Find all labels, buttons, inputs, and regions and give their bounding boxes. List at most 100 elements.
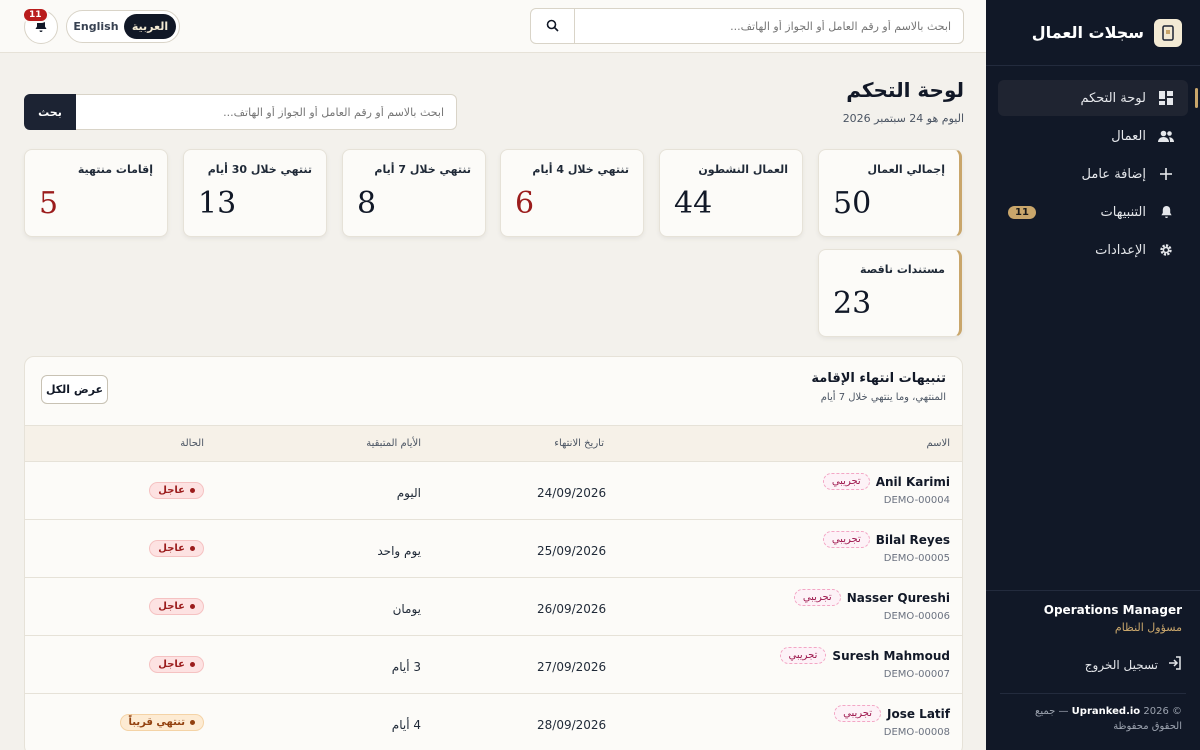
sidebar-nav: لوحة التحكم العمال إضافة عامل التنبيهات …: [986, 66, 1200, 268]
logout-icon: [1168, 656, 1182, 673]
top-search-button[interactable]: [531, 9, 575, 43]
sidebar-item-label: الإعدادات: [1095, 242, 1146, 258]
status-badge: تنتهي قريباً: [119, 714, 204, 731]
search-button[interactable]: بحث: [24, 94, 76, 130]
worker-name[interactable]: Jose Latif: [887, 707, 950, 721]
status-badge: عاجل: [149, 656, 204, 673]
user-name: Operations Manager: [1043, 603, 1182, 617]
stat-label: مستندات ناقصة: [860, 263, 945, 276]
worker-code: DEMO-00005: [883, 553, 950, 564]
sidebar-item-label: العمال: [1111, 128, 1146, 144]
top-bar: 11 English العربية: [0, 0, 986, 53]
column-header-status[interactable]: الحالة: [180, 438, 204, 449]
main-search-input[interactable]: [76, 94, 457, 130]
worker-cell: Nasser Qureshi تجريبي DEMO-00006: [793, 589, 950, 622]
stat-card-expiring-4-days[interactable]: تنتهي خلال 4 أيام 6: [500, 149, 644, 237]
demo-tag: تجريبي: [822, 531, 870, 548]
lang-english-option[interactable]: English: [70, 14, 122, 39]
bell-icon: [1158, 204, 1174, 220]
table-row[interactable]: Suresh Mahmoud تجريبي DEMO-00007 27/09/2…: [25, 636, 962, 694]
copyright-brand: Upranked.io: [1071, 706, 1141, 717]
worker-name[interactable]: Nasser Qureshi: [847, 591, 950, 605]
page-date: اليوم هو 24 سبتمبر 2026: [842, 112, 964, 125]
lang-arabic-option[interactable]: العربية: [124, 14, 176, 39]
table-row[interactable]: Anil Karimi تجريبي DEMO-00004 24/09/2026…: [25, 462, 962, 520]
sidebar-item-alerts[interactable]: التنبيهات 11: [998, 194, 1188, 230]
dashboard-icon: [1158, 90, 1174, 106]
notifications-badge: 11: [22, 7, 49, 23]
user-role: مسؤول النظام: [1114, 621, 1182, 634]
users-icon: [1158, 128, 1174, 144]
sidebar-item-dashboard[interactable]: لوحة التحكم: [998, 80, 1198, 116]
expiry-date: 28/09/2026: [537, 718, 607, 732]
main-search-bar: بحث: [24, 94, 457, 130]
column-header-days[interactable]: الأيام المتبقية: [366, 438, 421, 449]
brand: سجلات العمال: [986, 0, 1200, 66]
column-header-expiry[interactable]: تاريخ الانتهاء: [554, 438, 604, 449]
view-all-button[interactable]: عرض الكل: [41, 375, 108, 404]
stat-label: تنتهي خلال 7 أيام: [374, 163, 471, 176]
table-row[interactable]: Bilal Reyes تجريبي DEMO-00005 25/09/2026…: [25, 520, 962, 578]
user-info: Operations Manager مسؤول النظام: [986, 590, 1200, 642]
gear-icon: [1158, 242, 1174, 258]
card-subtitle: المنتهي، وما ينتهي خلال 7 أيام: [820, 392, 946, 403]
expiry-date: 25/09/2026: [537, 544, 607, 558]
sidebar-item-settings[interactable]: الإعدادات: [998, 232, 1188, 268]
stat-card-expiring-7-days[interactable]: تنتهي خلال 7 أيام 8: [342, 149, 486, 237]
document-icon: [1154, 18, 1182, 47]
page-header: لوحة التحكم اليوم هو 24 سبتمبر 2026: [843, 78, 964, 125]
sidebar-item-label: التنبيهات: [1100, 204, 1146, 220]
logout-button[interactable]: تسجيل الخروج: [986, 642, 1200, 693]
demo-tag: تجريبي: [793, 589, 841, 606]
stat-card-total-workers[interactable]: إجمالي العمال 50: [818, 149, 962, 237]
worker-cell: Suresh Mahmoud تجريبي DEMO-00007: [779, 647, 950, 680]
table-row[interactable]: Jose Latif تجريبي DEMO-00008 28/09/2026 …: [25, 694, 962, 750]
column-header-name[interactable]: الاسم: [926, 438, 950, 449]
stat-label: تنتهي خلال 30 أيام: [207, 163, 312, 176]
status-badge: عاجل: [149, 540, 204, 557]
worker-code: DEMO-00004: [883, 495, 950, 506]
stat-card-active-workers[interactable]: العمال النشطون 44: [659, 149, 803, 237]
expiry-date: 26/09/2026: [537, 602, 607, 616]
status-badge: عاجل: [149, 598, 204, 615]
days-remaining: يوم واحد: [377, 544, 421, 558]
days-remaining: يومان: [392, 602, 421, 616]
alerts-count-badge: 11: [1008, 205, 1036, 219]
copyright: © 2026 Upranked.io — جميع الحقوق محفوظة: [1000, 693, 1186, 750]
table-row[interactable]: Nasser Qureshi تجريبي DEMO-00006 26/09/2…: [25, 578, 962, 636]
expiry-date: 24/09/2026: [537, 486, 607, 500]
stat-value: 6: [515, 186, 535, 221]
worker-name[interactable]: Bilal Reyes: [876, 533, 950, 547]
card-header: تنبيهات انتهاء الإقامة المنتهي، وما ينته…: [25, 357, 962, 425]
top-search-input[interactable]: [575, 9, 963, 43]
worker-cell: Anil Karimi تجريبي DEMO-00004: [822, 473, 950, 506]
stat-value: 50: [833, 186, 872, 221]
stat-value: 23: [833, 286, 872, 321]
page-title: لوحة التحكم: [846, 78, 964, 102]
stat-label: إجمالي العمال: [867, 163, 945, 176]
worker-name[interactable]: Anil Karimi: [876, 475, 950, 489]
stat-card-expired-permits[interactable]: إقامات منتهية 5: [24, 149, 168, 237]
top-search-bar: [530, 8, 964, 44]
stat-card-missing-documents[interactable]: مستندات ناقصة 23: [818, 249, 962, 337]
notifications-button[interactable]: 11: [22, 7, 58, 44]
stat-card-expiring-30-days[interactable]: تنتهي خلال 30 أيام 13: [183, 149, 327, 237]
worker-code: DEMO-00008: [883, 727, 950, 738]
days-remaining: 4 أيام: [391, 718, 421, 732]
card-title: تنبيهات انتهاء الإقامة: [811, 371, 946, 386]
sidebar-item-add-worker[interactable]: إضافة عامل: [998, 156, 1188, 192]
brand-title: سجلات العمال: [1031, 23, 1144, 42]
worker-cell: Bilal Reyes تجريبي DEMO-00005: [822, 531, 950, 564]
table-header: الاسم تاريخ الانتهاء الأيام المتبقية الح…: [25, 425, 962, 462]
plus-icon: [1158, 166, 1174, 182]
sidebar: سجلات العمال لوحة التحكم العمال إضافة عا…: [986, 0, 1200, 750]
status-badge: عاجل: [149, 482, 204, 499]
demo-tag: تجريبي: [834, 705, 882, 722]
stat-label: تنتهي خلال 4 أيام: [532, 163, 629, 176]
days-remaining: 3 أيام: [391, 660, 421, 674]
worker-code: DEMO-00007: [883, 669, 950, 680]
stat-label: العمال النشطون: [698, 163, 788, 176]
logout-label: تسجيل الخروج: [1084, 657, 1158, 672]
worker-name[interactable]: Suresh Mahmoud: [832, 649, 950, 663]
sidebar-item-workers[interactable]: العمال: [998, 118, 1188, 154]
